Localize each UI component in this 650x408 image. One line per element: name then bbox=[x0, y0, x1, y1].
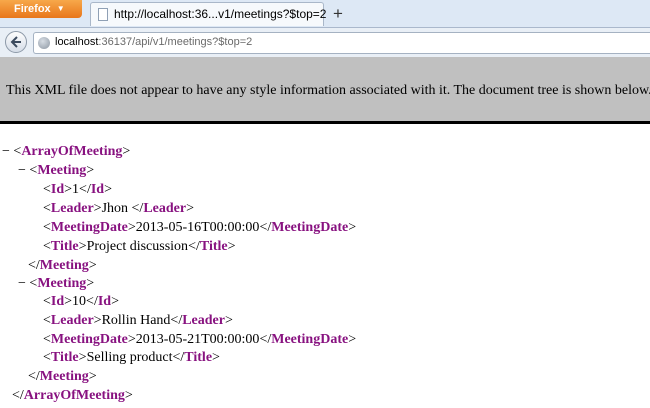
xml-meeting-open: − <Meeting> bbox=[18, 276, 95, 291]
xml-value: Selling product bbox=[86, 350, 173, 365]
xml-value: Project discussion bbox=[86, 239, 189, 254]
xml-value: 10 bbox=[72, 294, 87, 309]
xml-info-banner: This XML file does not appear to have an… bbox=[0, 57, 650, 124]
xml-tag: Leader bbox=[50, 201, 94, 216]
xml-tag: MeetingDate bbox=[271, 220, 349, 235]
xml-leader-line: <Leader>Jhon </Leader> bbox=[43, 201, 194, 216]
browser-tab[interactable]: http://localhost:36...v1/meetings?$top=2 bbox=[90, 2, 327, 26]
xml-value: 2013-05-21T00:00:00 bbox=[135, 332, 260, 347]
xml-meeting-close: </Meeting> bbox=[28, 258, 97, 273]
xml-date-line: <MeetingDate>2013-05-16T00:00:00</Meetin… bbox=[43, 220, 357, 235]
url-path: :36137/api/v1/meetings?$top=2 bbox=[98, 36, 253, 48]
xml-tag: Leader bbox=[50, 313, 94, 328]
xml-tag: Meeting bbox=[37, 163, 87, 178]
xml-tag: Id bbox=[50, 294, 65, 309]
xml-meeting-close: </Meeting> bbox=[28, 369, 97, 384]
xml-id-line: <Id>1</Id> bbox=[43, 182, 112, 197]
xml-title-line: <Title>Project discussion</Title> bbox=[43, 239, 236, 254]
xml-tag: Title bbox=[199, 239, 228, 254]
xml-tag: MeetingDate bbox=[50, 220, 128, 235]
collapse-toggle[interactable]: − bbox=[18, 163, 26, 178]
xml-meeting-open: − <Meeting> bbox=[18, 163, 95, 178]
tab-title: http://localhost:36...v1/meetings?$top=2 bbox=[114, 7, 327, 21]
xml-tag: MeetingDate bbox=[271, 332, 349, 347]
xml-tag: Title bbox=[184, 350, 213, 365]
xml-tag: Meeting bbox=[39, 258, 89, 273]
navigation-toolbar: localhost:36137/api/v1/meetings?$top=2 bbox=[0, 28, 650, 58]
xml-tag: Leader bbox=[182, 313, 225, 328]
firefox-menu-label: Firefox bbox=[14, 3, 51, 15]
xml-value: Jhon bbox=[101, 201, 132, 216]
new-tab-button[interactable]: + bbox=[328, 4, 348, 24]
xml-leader-line: <Leader>Rollin Hand</Leader> bbox=[43, 313, 233, 328]
xml-tag: Title bbox=[50, 350, 79, 365]
collapse-toggle[interactable]: − bbox=[2, 144, 10, 159]
xml-date-line: <MeetingDate>2013-05-21T00:00:00</Meetin… bbox=[43, 332, 357, 347]
xml-value: 2013-05-16T00:00:00 bbox=[135, 220, 260, 235]
xml-id-line: <Id>10</Id> bbox=[43, 294, 119, 309]
xml-tag: Leader bbox=[143, 201, 187, 216]
xml-tag: Meeting bbox=[39, 369, 89, 384]
globe-icon bbox=[38, 37, 50, 49]
xml-tag: Id bbox=[97, 294, 112, 309]
url-host: localhost bbox=[55, 36, 99, 48]
xml-tag: Meeting bbox=[37, 276, 87, 291]
xml-tag: MeetingDate bbox=[50, 332, 128, 347]
firefox-menu-button[interactable]: Firefox ▼ bbox=[0, 0, 82, 18]
page-icon bbox=[98, 8, 108, 21]
xml-info-message: This XML file does not appear to have an… bbox=[6, 83, 650, 98]
back-arrow-icon bbox=[10, 36, 21, 48]
xml-tag: ArrayOfMeeting bbox=[23, 388, 125, 403]
xml-tag: Id bbox=[90, 182, 105, 197]
tab-bar: Firefox ▼ http://localhost:36...v1/meetin… bbox=[0, 0, 650, 28]
xml-root-open: − <ArrayOfMeeting> bbox=[2, 144, 131, 159]
xml-value: 1 bbox=[72, 182, 80, 197]
back-button[interactable] bbox=[5, 31, 27, 53]
xml-value: Rollin Hand bbox=[101, 313, 171, 328]
xml-root-close: </ArrayOfMeeting> bbox=[12, 388, 133, 403]
xml-tag: ArrayOfMeeting bbox=[21, 144, 123, 159]
xml-tag: Title bbox=[50, 239, 79, 254]
xml-tag: Id bbox=[50, 182, 65, 197]
address-text: localhost:36137/api/v1/meetings?$top=2 bbox=[55, 36, 252, 48]
collapse-toggle[interactable]: − bbox=[18, 276, 26, 291]
xml-title-line: <Title>Selling product</Title> bbox=[43, 350, 220, 365]
address-bar[interactable]: localhost:36137/api/v1/meetings?$top=2 bbox=[33, 32, 650, 54]
chevron-down-icon: ▼ bbox=[56, 4, 65, 13]
